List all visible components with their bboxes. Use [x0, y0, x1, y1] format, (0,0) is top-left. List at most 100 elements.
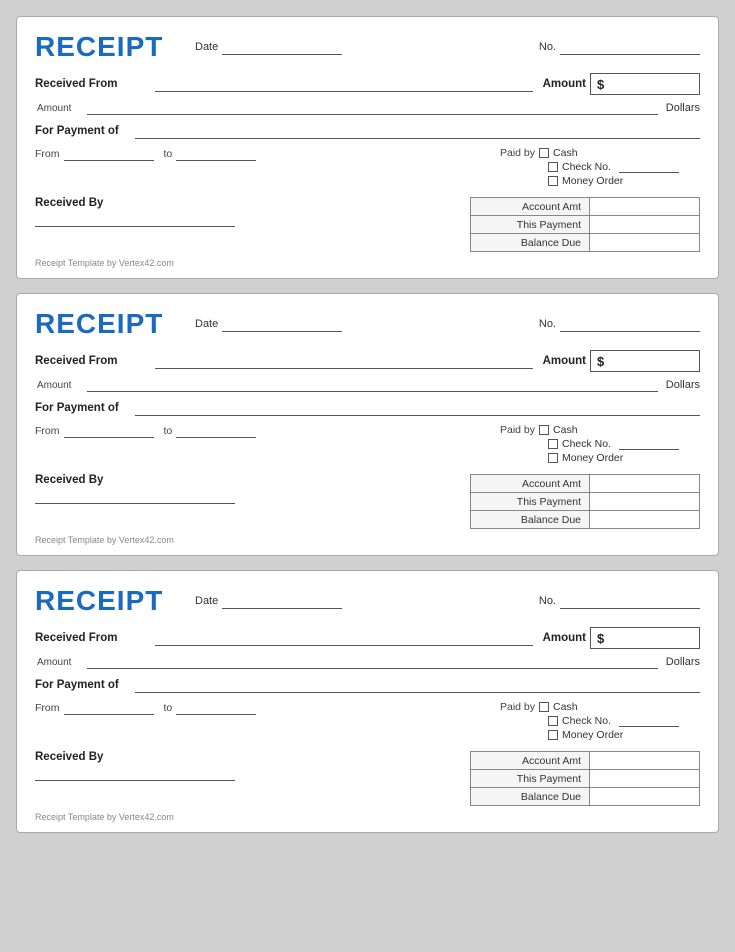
amount-small-label-3: Amount [37, 657, 81, 668]
check-no-label-2: Check No. [562, 438, 611, 450]
received-from-label-1: Received From [35, 78, 145, 90]
check-no-row-3: Check No. [500, 715, 700, 727]
check-checkbox-2[interactable] [548, 439, 558, 449]
from-label-1: From [35, 148, 60, 160]
amount-box-2[interactable]: $ [590, 350, 700, 372]
received-from-line-3[interactable] [155, 630, 533, 646]
account-amt-value-1[interactable] [590, 198, 700, 216]
this-payment-value-1[interactable] [590, 216, 700, 234]
amount-dollars-row-1: Amount Dollars [35, 101, 700, 115]
header-row-2: RECEIPT Date No. [35, 308, 700, 340]
amount-label-3: Amount [543, 632, 586, 644]
for-payment-label-2: For Payment of [35, 402, 135, 414]
payment-line-1[interactable] [135, 123, 700, 139]
date-label-2: Date [195, 318, 218, 330]
amount-label-1: Amount [543, 78, 586, 90]
dollars-line-1[interactable] [87, 101, 658, 115]
received-by-table-row-2: Received By Account Amt This Payment Bal… [35, 474, 700, 529]
no-field-3[interactable] [560, 593, 700, 609]
received-by-line-1[interactable] [35, 211, 235, 227]
money-order-checkbox-3[interactable] [548, 730, 558, 740]
date-field-3[interactable] [222, 593, 342, 609]
from-line-2[interactable] [64, 424, 154, 438]
header-row-3: RECEIPT Date No. [35, 585, 700, 617]
this-payment-label-2: This Payment [471, 493, 590, 511]
payment-row-1: For Payment of [35, 123, 700, 139]
account-table-1: Account Amt This Payment Balance Due [470, 197, 700, 252]
money-order-checkbox-2[interactable] [548, 453, 558, 463]
amount-box-3[interactable]: $ [590, 627, 700, 649]
dollars-line-3[interactable] [87, 655, 658, 669]
received-by-line-3[interactable] [35, 765, 235, 781]
cash-checkbox-1[interactable] [539, 148, 549, 158]
no-label-2: No. [539, 318, 556, 330]
balance-due-row-1: Balance Due [471, 234, 700, 252]
from-line-3[interactable] [64, 701, 154, 715]
cash-label-1: Cash [553, 147, 578, 159]
no-label-3: No. [539, 595, 556, 607]
received-by-line-2[interactable] [35, 488, 235, 504]
to-line-3[interactable] [176, 701, 256, 715]
received-from-line-1[interactable] [155, 76, 533, 92]
no-field-1[interactable] [560, 39, 700, 55]
money-order-checkbox-1[interactable] [548, 176, 558, 186]
to-label-3: to [164, 702, 173, 714]
no-label-1: No. [539, 41, 556, 53]
from-to-row-2: From to Paid by Cash Check No. Money Ord… [35, 424, 700, 466]
received-by-group-3: Received By [35, 751, 470, 784]
balance-due-value-1[interactable] [590, 234, 700, 252]
amount-group-3: Amount $ [543, 627, 700, 649]
check-no-label-1: Check No. [562, 161, 611, 173]
no-field-2[interactable] [560, 316, 700, 332]
this-payment-label-3: This Payment [471, 770, 590, 788]
to-line-1[interactable] [176, 147, 256, 161]
check-checkbox-1[interactable] [548, 162, 558, 172]
balance-due-value-2[interactable] [590, 511, 700, 529]
this-payment-row-2: This Payment [471, 493, 700, 511]
this-payment-value-2[interactable] [590, 493, 700, 511]
receipt-card-2: RECEIPT Date No. Received From Amount $ … [16, 293, 719, 556]
cash-checkbox-3[interactable] [539, 702, 549, 712]
date-group-1: Date [185, 39, 539, 55]
date-field-2[interactable] [222, 316, 342, 332]
from-to-row-1: From to Paid by Cash Check No. Money Ord… [35, 147, 700, 189]
account-amt-value-3[interactable] [590, 752, 700, 770]
check-no-line-1[interactable] [619, 161, 679, 173]
received-from-line-2[interactable] [155, 353, 533, 369]
money-order-row-2: Money Order [500, 452, 700, 464]
paid-by-cash-row-1: Paid by Cash [500, 147, 700, 159]
check-checkbox-3[interactable] [548, 716, 558, 726]
received-by-label-3: Received By [35, 751, 470, 763]
received-by-table-row-1: Received By Account Amt This Payment Bal… [35, 197, 700, 252]
money-order-label-2: Money Order [562, 452, 623, 464]
payment-row-3: For Payment of [35, 677, 700, 693]
balance-due-value-3[interactable] [590, 788, 700, 806]
amount-dollars-row-3: Amount Dollars [35, 655, 700, 669]
received-from-row-2: Received From Amount $ [35, 350, 700, 372]
check-no-line-3[interactable] [619, 715, 679, 727]
dollars-line-2[interactable] [87, 378, 658, 392]
account-amt-value-2[interactable] [590, 475, 700, 493]
paid-by-group-3: Paid by Cash Check No. Money Order [500, 701, 700, 743]
paid-by-group-2: Paid by Cash Check No. Money Order [500, 424, 700, 466]
this-payment-value-3[interactable] [590, 770, 700, 788]
date-field-1[interactable] [222, 39, 342, 55]
received-from-label-2: Received From [35, 355, 145, 367]
to-line-2[interactable] [176, 424, 256, 438]
to-label-2: to [164, 425, 173, 437]
received-from-label-3: Received From [35, 632, 145, 644]
cash-checkbox-2[interactable] [539, 425, 549, 435]
from-to-group-3: From to [35, 701, 500, 715]
account-amt-label-3: Account Amt [471, 752, 590, 770]
for-payment-label-1: For Payment of [35, 125, 135, 137]
date-group-2: Date [185, 316, 539, 332]
payment-line-2[interactable] [135, 400, 700, 416]
check-no-line-2[interactable] [619, 438, 679, 450]
payment-line-3[interactable] [135, 677, 700, 693]
cash-label-3: Cash [553, 701, 578, 713]
balance-due-label-3: Balance Due [471, 788, 590, 806]
received-by-group-2: Received By [35, 474, 470, 507]
from-line-1[interactable] [64, 147, 154, 161]
amount-box-1[interactable]: $ [590, 73, 700, 95]
dollars-label-1: Dollars [666, 102, 700, 114]
